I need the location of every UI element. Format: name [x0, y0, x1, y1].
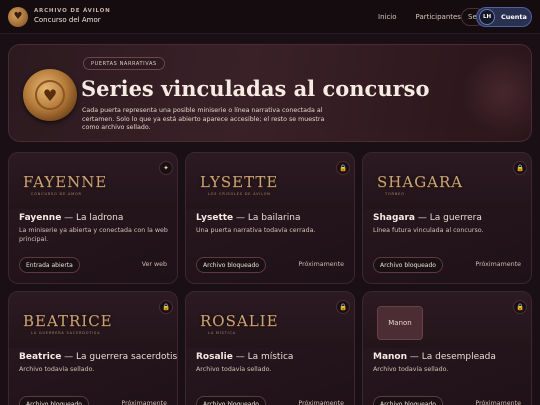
brand-title: Concurso del Amor	[34, 15, 101, 24]
brand-kicker: ARCHIVO DE ÁVILON	[34, 8, 111, 15]
background-seal-decoration	[457, 45, 531, 141]
nav-link-participantes[interactable]: Participantes	[416, 13, 461, 21]
page-title: Series vinculadas al concurso	[81, 76, 430, 101]
section-pill: PUERTAS NARRATIVAS	[83, 57, 165, 70]
card-title: Manon — La desempleada	[373, 352, 496, 362]
card-status-button[interactable]: Archivo bloqueado	[373, 257, 443, 273]
series-card-lysette[interactable]: LYSETTE LOS CRISOLES DE ÁVILON 🔒 Lysette…	[185, 152, 355, 284]
card-description: Archivo todavía sellado.	[373, 366, 449, 373]
card-link[interactable]: Próximamente	[298, 400, 344, 405]
lock-icon: 🔒	[159, 300, 173, 314]
series-logo: SHAGARA	[377, 172, 464, 191]
series-card-rosalie[interactable]: ROSALIE LA MÍSTICA 🔒 Rosalie — La místic…	[185, 291, 355, 405]
series-logo: ROSALIE	[200, 311, 279, 330]
wax-seal-heart-icon: ♥	[23, 69, 77, 121]
card-thumbnail: ROSALIE LA MÍSTICA 🔒	[186, 292, 354, 348]
series-logo: Manon	[377, 306, 423, 340]
series-logo-subtitle: TORNEO	[385, 191, 405, 196]
card-thumbnail: FAYENNE CONCURSO DE AMOR ✦	[9, 153, 177, 209]
lock-icon: 🔒	[513, 161, 527, 175]
card-title: Fayenne — La ladrona	[19, 213, 124, 223]
card-title: Shagara — La guerrera	[373, 213, 482, 223]
series-logo: BEATRICE	[23, 311, 113, 330]
hero-description: Cada puerta representa una posible minis…	[82, 107, 325, 131]
series-logo: LYSETTE	[200, 172, 279, 191]
series-logo: FAYENNE	[23, 172, 108, 191]
card-status-button[interactable]: Archivo bloqueado	[196, 257, 266, 273]
card-thumbnail: LYSETTE LOS CRISOLES DE ÁVILON 🔒	[186, 153, 354, 209]
card-title: Beatrice — La guerrera sacerdotisa	[19, 352, 178, 362]
card-description: Archivo todavía sellado.	[196, 366, 272, 373]
card-thumbnail: SHAGARA TORNEO 🔒	[363, 153, 531, 209]
card-description: Línea futura vinculada al concurso.	[373, 227, 484, 234]
card-status-button[interactable]: Entrada abierta	[19, 257, 80, 273]
lock-icon: 🔒	[513, 300, 527, 314]
series-logo-subtitle: CONCURSO DE AMOR	[31, 191, 82, 196]
card-link[interactable]: Próximamente	[475, 400, 521, 405]
card-status-button[interactable]: Archivo bloqueado	[19, 396, 89, 405]
card-title: Lysette — La bailarina	[196, 213, 301, 223]
card-description: Archivo todavía sellado.	[19, 366, 95, 373]
hero-banner: ♥ PUERTAS NARRATIVAS Series vinculadas a…	[8, 44, 532, 142]
card-description: La miniserie ya abierta y conectada con …	[19, 227, 168, 243]
series-card-shagara[interactable]: SHAGARA TORNEO 🔒 Shagara — La guerrera L…	[362, 152, 532, 284]
card-link[interactable]: Ver web	[142, 261, 167, 268]
card-status-button[interactable]: Archivo bloqueado	[196, 396, 266, 405]
card-link[interactable]: Próximamente	[121, 400, 167, 405]
series-logo-subtitle: LOS CRISOLES DE ÁVILON	[208, 191, 271, 196]
avatar: LH	[479, 9, 495, 25]
series-logo-subtitle: LA MÍSTICA	[208, 330, 236, 335]
brand-logo-icon: ♥	[8, 6, 28, 27]
series-card-fayenne[interactable]: FAYENNE CONCURSO DE AMOR ✦ Fayenne — La …	[8, 152, 178, 284]
top-nav: ♥ ARCHIVO DE ÁVILON Concurso del Amor In…	[0, 0, 540, 34]
card-thumbnail: Manon 🔒	[363, 292, 531, 348]
series-card-manon[interactable]: Manon 🔒 Manon — La desempleada Archivo t…	[362, 291, 532, 405]
lock-icon: 🔒	[336, 300, 350, 314]
card-status-button[interactable]: Archivo bloqueado	[373, 396, 443, 405]
card-thumbnail: BEATRICE LA GUERRERA SACERDOTISA 🔒	[9, 292, 177, 348]
brand[interactable]: ♥ ARCHIVO DE ÁVILON Concurso del Amor	[8, 6, 111, 27]
account-label: Cuenta	[501, 13, 527, 21]
sparkle-icon: ✦	[159, 161, 173, 175]
card-link[interactable]: Próximamente	[475, 261, 521, 268]
card-description: Una puerta narrativa todavía cerrada.	[196, 227, 316, 234]
series-card-beatrice[interactable]: BEATRICE LA GUERRERA SACERDOTISA 🔒 Beatr…	[8, 291, 178, 405]
account-button[interactable]: LH Cuenta	[476, 7, 532, 27]
card-title: Rosalie — La mística	[196, 352, 294, 362]
nav-link-inicio[interactable]: Inicio	[378, 13, 397, 21]
lock-icon: 🔒	[336, 161, 350, 175]
card-link[interactable]: Próximamente	[298, 261, 344, 268]
series-logo-subtitle: LA GUERRERA SACERDOTISA	[31, 330, 101, 335]
